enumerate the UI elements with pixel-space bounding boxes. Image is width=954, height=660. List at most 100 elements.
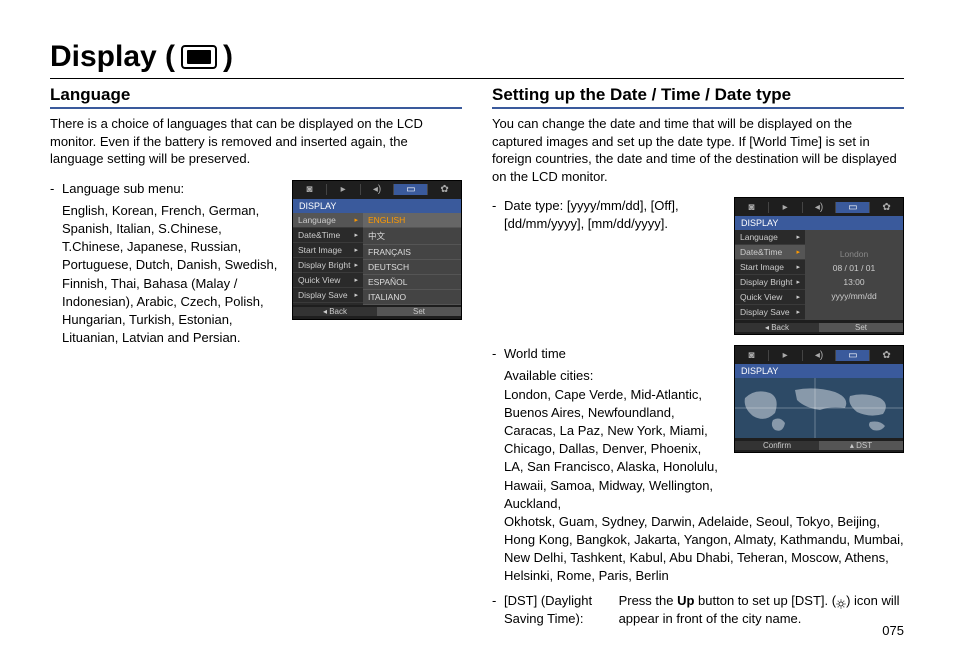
dst-desc: Press the Up button to set up [DST]. () … xyxy=(619,592,904,628)
tab-play-icon: ▸ xyxy=(327,184,361,195)
confirm-button: Confirm xyxy=(735,441,819,450)
datetime-intro: You can change the date and time that wi… xyxy=(492,115,904,185)
chevron-right-icon: ▸ xyxy=(796,263,800,271)
cam-header: DISPLAY xyxy=(293,199,461,213)
chevron-right-icon: ▸ xyxy=(354,276,358,284)
datetype-text: Date type: [yyyy/mm/dd], [Off], [dd/mm/y… xyxy=(492,197,722,237)
cam-footer: ◂ Back Set xyxy=(735,320,903,334)
title-suffix: ) xyxy=(223,40,233,74)
chevron-right-icon: ▸ xyxy=(796,233,800,241)
tab-camera-icon: ◙ xyxy=(735,202,769,213)
submenu-list: English, Korean, French, German, Spanish… xyxy=(50,202,280,348)
city-name: London xyxy=(840,247,868,261)
set-button: Set xyxy=(377,307,461,316)
menu-item: Display Save▸ xyxy=(735,305,805,320)
tab-display-icon: ▭ xyxy=(836,202,870,213)
title-rule xyxy=(50,78,904,79)
tab-sound-icon: ◂) xyxy=(803,202,837,213)
language-heading: Language xyxy=(50,85,462,109)
chevron-right-icon: ▸ xyxy=(354,261,358,269)
world-map-body xyxy=(735,378,903,438)
chevron-right-icon: ▸ xyxy=(354,246,358,254)
menu-item: Date&Time▸ xyxy=(735,245,805,260)
tab-play-icon: ▸ xyxy=(769,350,803,361)
cam-body: Language▸ Date&Time▸ Start Image▸ Displa… xyxy=(293,213,461,305)
cam-datetime-panel: London 08 / 01 / 01 13:00 yyyy/mm/dd xyxy=(805,230,903,320)
worldtime-label: World time xyxy=(492,345,722,363)
cam-menu: Language▸ Date&Time▸ Start Image▸ Displa… xyxy=(293,213,363,305)
datetype-label: Date type: [yyyy/mm/dd], [Off], [dd/mm/y… xyxy=(492,197,722,233)
chevron-right-icon: ▸ xyxy=(796,293,800,301)
submenu-label: Language sub menu: xyxy=(50,180,280,198)
cam-body: Language▸ Date&Time▸ Start Image▸ Displa… xyxy=(735,230,903,320)
value-item: 中文 xyxy=(363,228,461,245)
chevron-right-icon: ▸ xyxy=(354,231,358,239)
language-intro: There is a choice of languages that can … xyxy=(50,115,462,168)
tab-settings-icon: ✿ xyxy=(870,350,903,361)
camera-screen-worldmap: ◙ ▸ ◂) ▭ ✿ DISPLAY xyxy=(734,345,904,453)
columns: Language There is a choice of languages … xyxy=(50,85,904,628)
page-title: Display ( ) xyxy=(50,40,904,74)
tab-camera-icon: ◙ xyxy=(293,184,327,195)
cam-tabs: ◙ ▸ ◂) ▭ ✿ xyxy=(293,181,461,199)
menu-item: Display Bright▸ xyxy=(293,258,363,273)
cities-short: London, Cape Verde, Mid-Atlantic, Buenos… xyxy=(492,386,722,513)
tab-display-icon: ▭ xyxy=(836,350,870,361)
page-number: 075 xyxy=(882,623,904,638)
tab-play-icon: ▸ xyxy=(769,202,803,213)
cities-continued: Okhotsk, Guam, Sydney, Darwin, Adelaide,… xyxy=(492,513,904,586)
menu-item: Quick View▸ xyxy=(293,273,363,288)
cam-header: DISPLAY xyxy=(735,364,903,378)
right-column: Setting up the Date / Time / Date type Y… xyxy=(492,85,904,628)
chevron-right-icon: ▸ xyxy=(354,291,358,299)
tab-settings-icon: ✿ xyxy=(428,184,461,195)
monitor-icon xyxy=(181,45,217,69)
sun-icon xyxy=(836,596,846,606)
camera-screen-language: ◙ ▸ ◂) ▭ ✿ DISPLAY Language▸ Date&Time▸ … xyxy=(292,180,462,320)
camera-screen-datetime: ◙ ▸ ◂) ▭ ✿ DISPLAY Language▸ Date&Time▸ … xyxy=(734,197,904,335)
menu-item: Start Image▸ xyxy=(735,260,805,275)
back-button: ◂ Back xyxy=(735,323,819,332)
tab-sound-icon: ◂) xyxy=(361,184,395,195)
cam-tabs: ◙ ▸ ◂) ▭ ✿ xyxy=(735,198,903,216)
tab-camera-icon: ◙ xyxy=(735,350,769,361)
cam-footer: Confirm ▴ DST xyxy=(735,438,903,452)
chevron-right-icon: ▸ xyxy=(354,216,358,224)
dst-row: [DST] (Daylight Saving Time): Press the … xyxy=(492,592,904,628)
tab-settings-icon: ✿ xyxy=(870,202,903,213)
available-label: Available cities: xyxy=(492,367,722,385)
value-item: ITALIANO xyxy=(363,290,461,305)
menu-item: Start Image▸ xyxy=(293,243,363,258)
language-submenu-text: Language sub menu: English, Korean, Fren… xyxy=(50,180,280,348)
tab-sound-icon: ◂) xyxy=(803,350,837,361)
value-item: FRANÇAIS xyxy=(363,245,461,260)
language-submenu-row: Language sub menu: English, Korean, Fren… xyxy=(50,180,462,348)
datetype-row: Date type: [yyyy/mm/dd], [Off], [dd/mm/y… xyxy=(492,197,904,335)
left-column: Language There is a choice of languages … xyxy=(50,85,462,628)
cam-values: ENGLISH 中文 FRANÇAIS DEUTSCH ESPAÑOL ITAL… xyxy=(363,213,461,305)
chevron-right-icon: ▸ xyxy=(796,248,800,256)
dst-label: [DST] (Daylight Saving Time): xyxy=(504,592,609,628)
cam-header: DISPLAY xyxy=(735,216,903,230)
cam-tabs: ◙ ▸ ◂) ▭ ✿ xyxy=(735,346,903,364)
chevron-right-icon: ▸ xyxy=(796,278,800,286)
up-button-ref: Up xyxy=(677,593,694,608)
time-value: 13:00 xyxy=(843,275,864,289)
menu-item: Language▸ xyxy=(735,230,805,245)
world-map-icon xyxy=(735,378,903,438)
dst-button: ▴ DST xyxy=(819,441,903,450)
manual-page: Display ( ) Language There is a choice o… xyxy=(0,0,954,660)
tab-display-icon: ▭ xyxy=(394,184,428,195)
chevron-right-icon: ▸ xyxy=(796,308,800,316)
value-item: ENGLISH xyxy=(363,213,461,228)
cam-menu: Language▸ Date&Time▸ Start Image▸ Displa… xyxy=(735,230,805,320)
date-value: 08 / 01 / 01 xyxy=(833,261,876,275)
cam-footer: ◂ Back Set xyxy=(293,305,461,319)
menu-item: Quick View▸ xyxy=(735,290,805,305)
menu-item: Display Save▸ xyxy=(293,288,363,303)
menu-item: Date&Time▸ xyxy=(293,228,363,243)
worldtime-text: World time Available cities: London, Cap… xyxy=(492,345,722,513)
title-prefix: Display ( xyxy=(50,40,175,74)
value-item: ESPAÑOL xyxy=(363,275,461,290)
worldtime-row: World time Available cities: London, Cap… xyxy=(492,345,904,513)
